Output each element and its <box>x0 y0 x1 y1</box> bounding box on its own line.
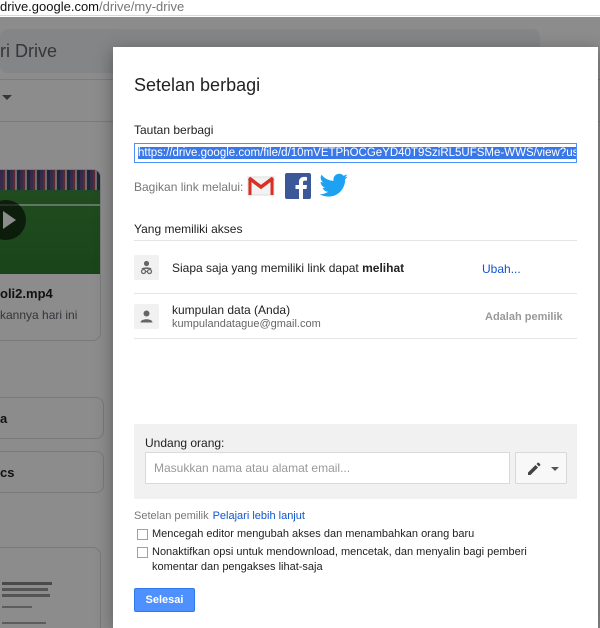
divider <box>134 293 577 294</box>
done-button[interactable]: Selesai <box>134 588 195 612</box>
change-access-link[interactable]: Ubah... <box>482 262 521 276</box>
invite-people-section: Undang orang: Masukkan nama atau alamat … <box>134 424 577 499</box>
url-path: /drive/my-drive <box>99 0 185 14</box>
share-link-value: https://drive.google.com/file/d/10mVETPh… <box>138 147 577 159</box>
chevron-down-icon <box>551 467 559 471</box>
prevent-editors-label: Mencegah editor mengubah akses dan menam… <box>152 528 475 540</box>
access-label: Yang memiliki akses <box>134 222 243 236</box>
sharing-settings-dialog: Setelan berbagi Tautan berbagi https://d… <box>113 47 598 628</box>
facebook-icon[interactable] <box>285 173 311 199</box>
pencil-icon <box>528 462 541 475</box>
dialog-title: Setelan berbagi <box>134 75 261 95</box>
disable-download-checkbox[interactable] <box>137 547 148 558</box>
disable-download-label: Nonaktifkan opsi untuk mendownload, menc… <box>152 546 527 573</box>
url-host: drive.google.com <box>0 0 99 14</box>
prevent-editors-checkbox[interactable] <box>137 529 148 540</box>
owner-role: Adalah pemilik <box>485 311 563 323</box>
twitter-icon[interactable] <box>319 173 349 199</box>
owner-name: kumpulan data (Anda) <box>172 303 291 317</box>
link-access-text: Siapa saja yang memiliki link dapat meli… <box>172 261 404 275</box>
owner-settings-label: Setelan pemilik <box>134 510 209 522</box>
share-link-field[interactable]: https://drive.google.com/file/d/10mVETPh… <box>134 143 577 163</box>
gmail-icon[interactable] <box>247 174 275 198</box>
invite-email-input[interactable]: Masukkan nama atau alamat email... <box>145 452 510 484</box>
permission-dropdown-button[interactable] <box>515 452 567 484</box>
learn-more-link[interactable]: Pelajari lebih lanjut <box>213 510 305 522</box>
person-icon <box>134 304 159 329</box>
divider <box>134 338 577 339</box>
share-via-label: Bagikan link melalui: <box>134 180 244 194</box>
divider <box>134 240 577 241</box>
link-access-prefix: Siapa saja yang memiliki link dapat <box>172 261 363 275</box>
owner-email: kumpulandatague@gmail.com <box>172 318 321 330</box>
owner-settings: Setelan pemilik Pelajari lebih lanjut <box>134 510 305 522</box>
address-bar[interactable]: drive.google.com/drive/my-drive <box>0 0 600 16</box>
anyone-with-link-icon <box>134 255 159 280</box>
link-access-level: melihat <box>362 261 405 275</box>
invite-label: Undang orang: <box>145 436 225 450</box>
share-link-label: Tautan berbagi <box>134 123 214 137</box>
